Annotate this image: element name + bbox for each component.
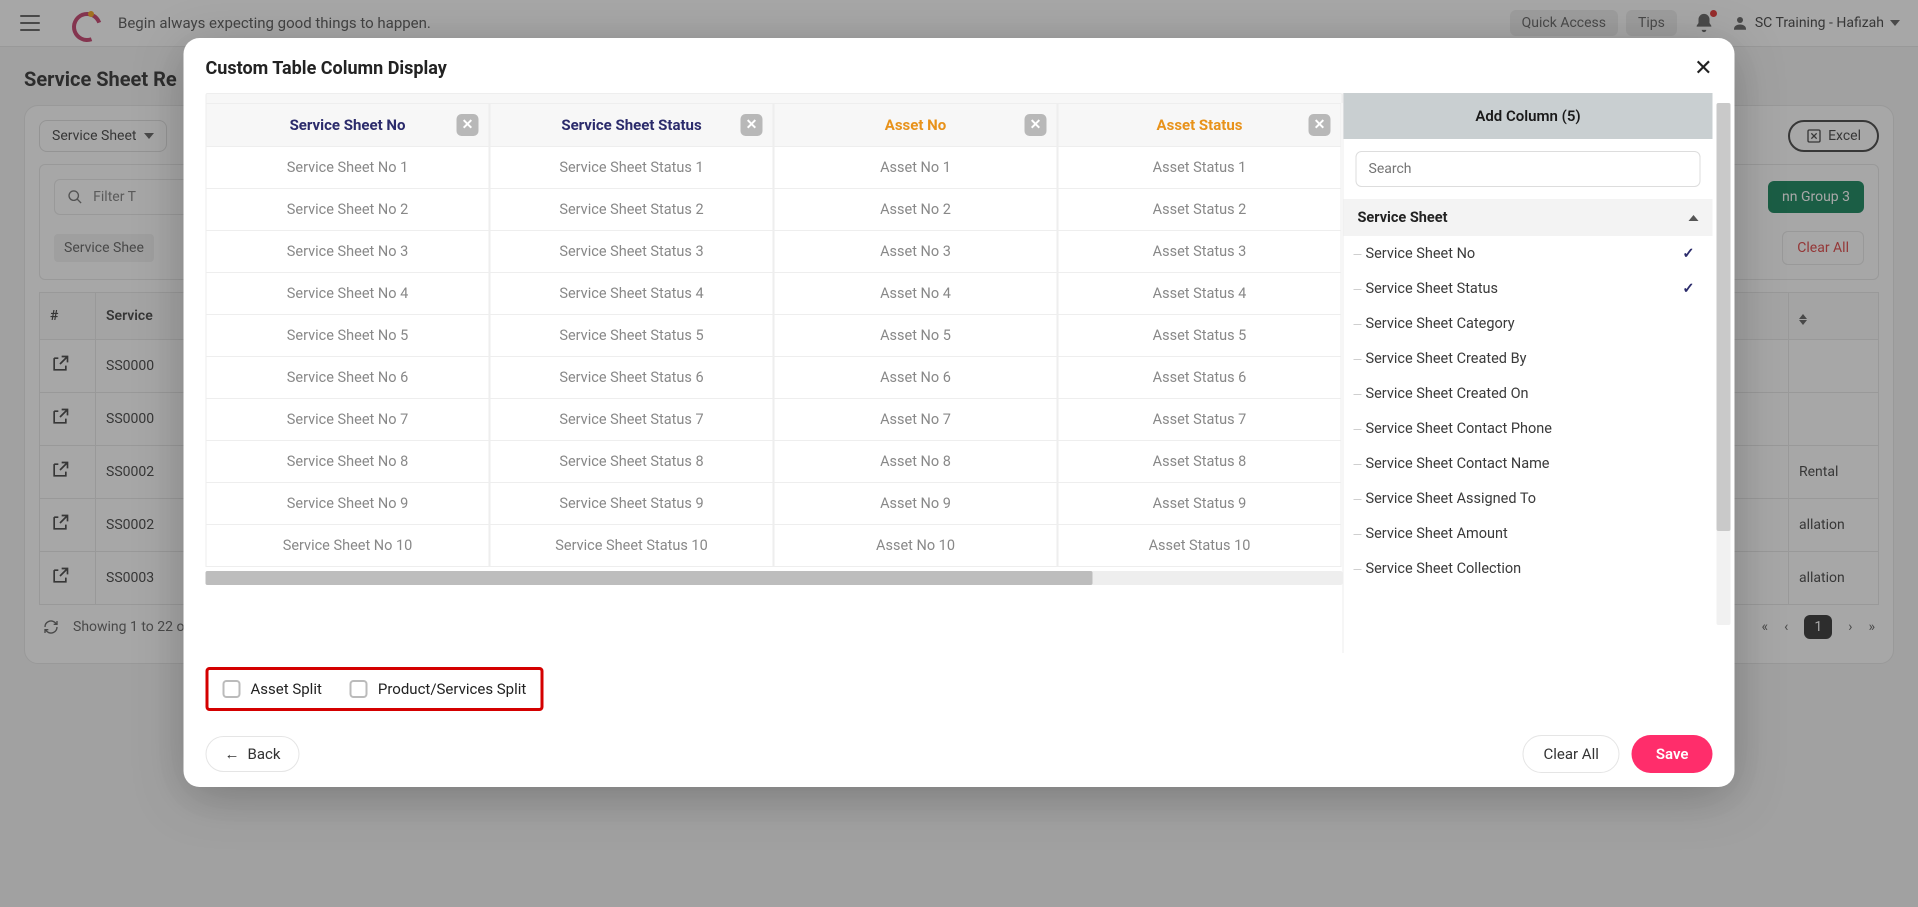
preview-cell: Asset No 10 — [774, 525, 1058, 567]
preview-cell: Asset No 4 — [774, 273, 1058, 315]
column-display-modal: Custom Table Column Display ✕ Service Sh… — [184, 38, 1735, 787]
available-column-item[interactable]: Service Sheet Contact Name — [1344, 446, 1709, 481]
horizontal-scrollbar[interactable] — [206, 571, 1343, 585]
split-options-highlight: Asset Split Product/Services Split — [206, 667, 544, 711]
preview-cell: Service Sheet Status 7 — [490, 399, 774, 441]
available-column-item[interactable]: Service Sheet Collection — [1344, 551, 1709, 586]
chevron-up-icon — [1689, 215, 1699, 221]
check-icon: ✓ — [1682, 245, 1694, 262]
preview-cell: Asset Status 2 — [1058, 189, 1342, 231]
save-button[interactable]: Save — [1632, 735, 1713, 773]
columns-preview: Service Sheet No✕Service Sheet Status✕As… — [206, 93, 1343, 653]
available-column-item[interactable]: Service Sheet Created On — [1344, 376, 1709, 411]
remove-column-icon[interactable]: ✕ — [457, 114, 479, 136]
product-split-checkbox[interactable]: Product/Services Split — [350, 680, 526, 698]
available-column-item[interactable]: Service Sheet Category — [1344, 306, 1709, 341]
preview-cell: Service Sheet Status 2 — [490, 189, 774, 231]
preview-cell: Service Sheet Status 5 — [490, 315, 774, 357]
available-column-item[interactable]: Service Sheet Created By — [1344, 341, 1709, 376]
add-column-header: Add Column (5) — [1344, 93, 1713, 139]
available-column-item[interactable]: Service Sheet Amount — [1344, 516, 1709, 551]
preview-cell: Service Sheet Status 10 — [490, 525, 774, 567]
preview-cell: Service Sheet Status 3 — [490, 231, 774, 273]
preview-cell: Asset No 9 — [774, 483, 1058, 525]
column-header[interactable]: Asset No✕ — [774, 103, 1058, 147]
preview-cell: Asset No 5 — [774, 315, 1058, 357]
preview-cell: Asset Status 4 — [1058, 273, 1342, 315]
preview-cell: Service Sheet Status 1 — [490, 147, 774, 189]
available-column-item[interactable]: Service Sheet No✓ — [1344, 236, 1709, 271]
available-column-item[interactable]: Service Sheet Status✓ — [1344, 271, 1709, 306]
clear-all-button[interactable]: Clear All — [1522, 735, 1619, 773]
remove-column-icon[interactable]: ✕ — [1309, 114, 1331, 136]
asset-split-checkbox[interactable]: Asset Split — [223, 680, 322, 698]
preview-cell: Service Sheet Status 4 — [490, 273, 774, 315]
preview-cell: Asset Status 1 — [1058, 147, 1342, 189]
preview-cell: Asset Status 6 — [1058, 357, 1342, 399]
available-column-item[interactable]: Service Sheet Assigned To — [1344, 481, 1709, 516]
preview-cell: Service Sheet Status 6 — [490, 357, 774, 399]
preview-cell: Service Sheet Status 8 — [490, 441, 774, 483]
checkbox-icon — [350, 680, 368, 698]
preview-cell: Service Sheet Status 9 — [490, 483, 774, 525]
modal-title: Custom Table Column Display — [206, 58, 447, 79]
preview-cell: Asset Status 3 — [1058, 231, 1342, 273]
preview-cell: Asset No 1 — [774, 147, 1058, 189]
preview-cell: Asset No 7 — [774, 399, 1058, 441]
remove-column-icon[interactable]: ✕ — [741, 114, 763, 136]
preview-cell: Asset No 2 — [774, 189, 1058, 231]
preview-cell: Service Sheet No 6 — [206, 357, 490, 399]
back-button[interactable]: ← Back — [206, 736, 300, 772]
preview-cell: Service Sheet No 7 — [206, 399, 490, 441]
preview-cell: Service Sheet No 4 — [206, 273, 490, 315]
preview-cell: Asset Status 5 — [1058, 315, 1342, 357]
preview-cell: Asset Status 10 — [1058, 525, 1342, 567]
column-group-header[interactable]: Service Sheet — [1344, 199, 1713, 236]
preview-cell: Service Sheet No 10 — [206, 525, 490, 567]
preview-cell: Service Sheet No 9 — [206, 483, 490, 525]
column-header[interactable]: Service Sheet Status✕ — [490, 103, 774, 147]
preview-cell: Service Sheet No 5 — [206, 315, 490, 357]
preview-cell: Service Sheet No 3 — [206, 231, 490, 273]
available-column-item[interactable]: Service Sheet Contact Phone — [1344, 411, 1709, 446]
arrow-left-icon: ← — [225, 745, 240, 763]
preview-cell: Asset No 8 — [774, 441, 1058, 483]
preview-cell: Asset No 3 — [774, 231, 1058, 273]
column-search-input[interactable] — [1356, 151, 1701, 187]
close-icon[interactable]: ✕ — [1694, 56, 1712, 81]
preview-cell: Service Sheet No 2 — [206, 189, 490, 231]
modal-vertical-scrollbar[interactable] — [1717, 103, 1731, 625]
checkbox-icon — [223, 680, 241, 698]
preview-cell: Asset Status 8 — [1058, 441, 1342, 483]
modal-overlay[interactable]: Custom Table Column Display ✕ Service Sh… — [0, 0, 1918, 907]
check-icon: ✓ — [1682, 280, 1694, 297]
preview-cell: Service Sheet No 1 — [206, 147, 490, 189]
preview-cell: Service Sheet No 8 — [206, 441, 490, 483]
preview-cell: Asset No 6 — [774, 357, 1058, 399]
column-header[interactable]: Service Sheet No✕ — [206, 103, 490, 147]
column-header[interactable]: Asset Status✕ — [1058, 103, 1342, 147]
preview-cell: Asset Status 9 — [1058, 483, 1342, 525]
remove-column-icon[interactable]: ✕ — [1025, 114, 1047, 136]
preview-cell: Asset Status 7 — [1058, 399, 1342, 441]
add-column-panel: Add Column (5) Service Sheet Service She… — [1343, 93, 1713, 653]
available-column-item[interactable]: Service Sheet Outstanding — [1344, 586, 1709, 596]
